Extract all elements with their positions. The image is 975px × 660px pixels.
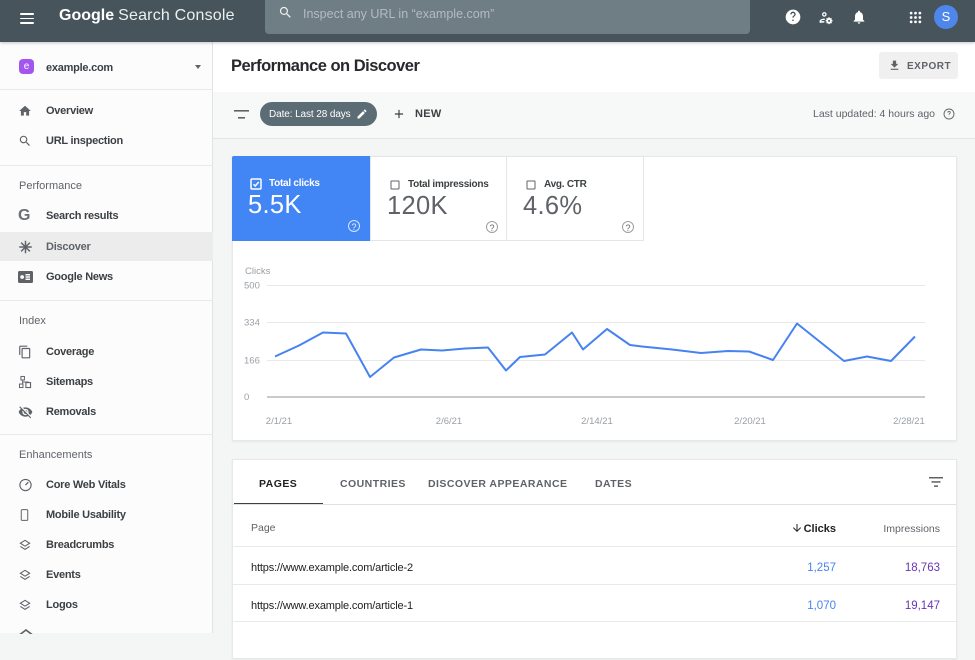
svg-text:2/20/21: 2/20/21 [734,416,766,427]
svg-text:Clicks: Clicks [245,266,271,277]
svg-text:2/14/21: 2/14/21 [581,416,613,427]
svg-text:0: 0 [244,392,249,403]
svg-text:2/1/21: 2/1/21 [266,416,292,427]
svg-text:334: 334 [244,318,260,329]
svg-text:2/28/21: 2/28/21 [893,416,925,427]
svg-text:2/6/21: 2/6/21 [436,416,462,427]
svg-text:166: 166 [244,356,260,367]
svg-text:500: 500 [244,281,260,292]
